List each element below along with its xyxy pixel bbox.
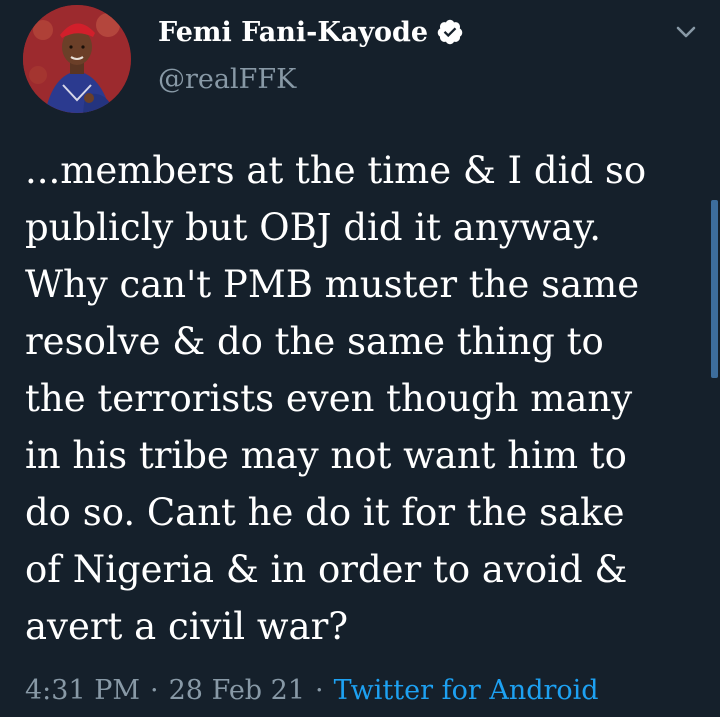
author-handle[interactable]: @realFFK — [158, 64, 296, 95]
chevron-down-icon[interactable] — [672, 18, 700, 46]
tweet-card: Femi Fani-Kayode @realFFK ...members at … — [0, 0, 720, 717]
avatar[interactable] — [23, 5, 131, 113]
tweet-meta: 4:31 PM · 28 Feb 21 · Twitter for Androi… — [25, 670, 599, 710]
scrollbar-thumb[interactable] — [711, 200, 718, 378]
tweet-date[interactable]: 28 Feb 21 — [169, 675, 305, 706]
author-name-row: Femi Fani-Kayode — [158, 12, 464, 52]
verified-badge-icon — [436, 18, 464, 46]
tweet-text: ...members at the time & I did so public… — [25, 149, 647, 648]
tweet-source-link[interactable]: Twitter for Android — [334, 675, 599, 706]
meta-separator: · — [315, 674, 324, 706]
tweet-time[interactable]: 4:31 PM — [25, 675, 140, 706]
author-display-name[interactable]: Femi Fani-Kayode — [158, 17, 428, 48]
meta-separator: · — [150, 674, 159, 706]
